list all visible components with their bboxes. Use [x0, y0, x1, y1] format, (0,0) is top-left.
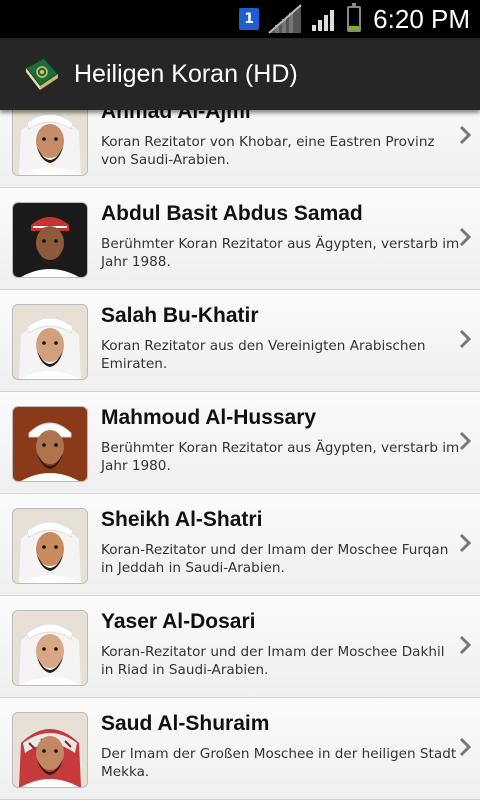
reciter-avatar [12, 712, 88, 788]
reciter-list-item[interactable]: Abdul Basit Abdus Samad Berühmter Koran R… [0, 188, 480, 290]
reciter-name: Abdul Basit Abdus Samad [101, 202, 363, 225]
reciter-list-item[interactable]: Saud Al-Shuraim Der Imam der Großen Mosch… [0, 698, 480, 800]
battery-icon [347, 3, 362, 32]
reciter-list-item[interactable]: Salah Bu-Khatir Koran Rezitator aus den V… [0, 290, 480, 392]
chevron-right-icon [458, 430, 472, 452]
reciter-description: Koran Rezitator von Khobar, eine Eastren… [101, 134, 435, 168]
reciter-name: Ahmad Al-Ajmi [101, 110, 251, 123]
no-signal-icon [267, 3, 303, 35]
chevron-right-icon [458, 532, 472, 554]
reciter-avatar [12, 110, 88, 176]
battery-level [349, 25, 360, 30]
signal-bars-icon [311, 7, 339, 31]
reciter-name: Yaser Al-Dosari [101, 610, 256, 633]
chevron-right-icon [458, 226, 472, 248]
reciter-avatar [12, 202, 88, 278]
reciter-name: Salah Bu-Khatir [101, 304, 259, 327]
reciter-description: Berühmter Koran Rezitator aus Ägypten, v… [101, 440, 460, 474]
reciter-name: Saud Al-Shuraim [101, 712, 270, 735]
reciter-description: Koran-Rezitator und der Imam der Moschee… [101, 644, 445, 678]
reciter-list-item[interactable]: Ahmad Al-Ajmi Koran Rezitator von Khobar,… [0, 110, 480, 188]
reciter-name: Sheikh Al-Shatri [101, 508, 263, 531]
chevron-right-icon [458, 634, 472, 656]
reciter-avatar [12, 610, 88, 686]
reciter-description: Koran Rezitator aus den Vereinigten Arab… [101, 338, 426, 372]
reciter-avatar [12, 508, 88, 584]
chevron-right-icon [458, 736, 472, 758]
reciter-list-item[interactable]: Yaser Al-Dosari Koran-Rezitator und der I… [0, 596, 480, 698]
status-clock: 6:20 PM [373, 3, 470, 34]
reciter-list-item[interactable]: Sheikh Al-Shatri Koran-Rezitator und der … [0, 494, 480, 596]
reciter-description: Der Imam der Großen Moschee in der heili… [101, 746, 457, 780]
reciter-description: Berühmter Koran Rezitator aus Ägypten, v… [101, 236, 460, 270]
reciter-name: Mahmoud Al-Hussary [101, 406, 317, 429]
reciter-avatar [12, 304, 88, 380]
notification-badge-icon: 1 [239, 8, 260, 30]
reciter-description: Koran-Rezitator und der Imam der Moschee… [101, 542, 449, 576]
action-bar: Heiligen Koran (HD) [0, 38, 480, 110]
chevron-right-icon [458, 124, 472, 146]
quran-book-icon[interactable] [22, 54, 62, 94]
app-title: Heiligen Koran (HD) [74, 59, 298, 88]
reciter-list-item[interactable]: Mahmoud Al-Hussary Berühmter Koran Rezita… [0, 392, 480, 494]
reciter-avatar [12, 406, 88, 482]
chevron-right-icon [458, 328, 472, 350]
status-bar: 1 6:20 PM [0, 0, 480, 38]
reciter-list[interactable]: Ahmad Al-Ajmi Koran Rezitator von Khobar,… [0, 110, 480, 800]
